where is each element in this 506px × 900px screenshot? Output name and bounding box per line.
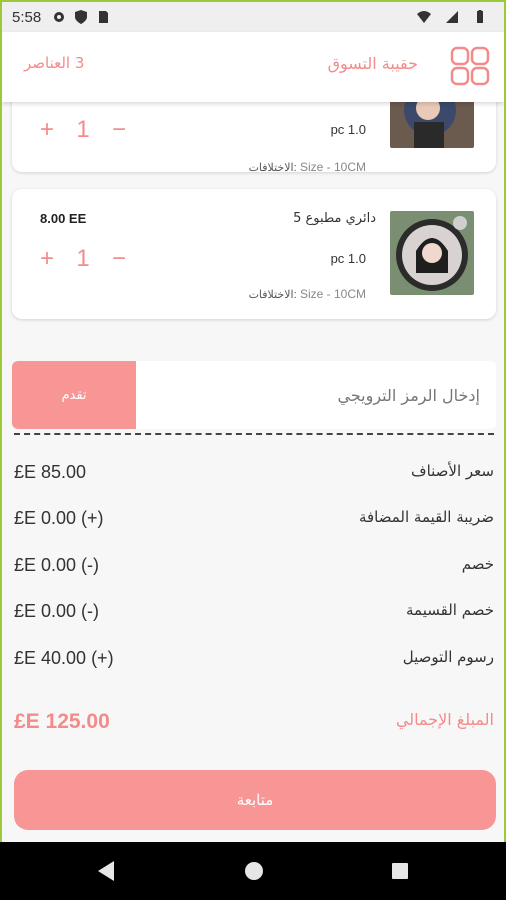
status-bar: 5:58 bbox=[2, 2, 504, 32]
summary-value: £E 85.00 bbox=[14, 462, 87, 482]
summary-row-vat: £E 0.00 (+) ضريبة القيمة المضافة bbox=[14, 508, 494, 538]
app-frame: 5:58 3 العناصر حقيبة التسوق pc 1.0 الاخت… bbox=[0, 0, 506, 842]
items-count: 3 العناصر bbox=[24, 54, 85, 72]
product-image[interactable] bbox=[390, 211, 474, 295]
summary-row-discount: £E 0.00 (-) خصم bbox=[14, 555, 494, 585]
item-variants: الاختلافات: Size - 10CM bbox=[249, 287, 366, 301]
app-bar: 3 العناصر حقيبة التسوق bbox=[2, 32, 504, 102]
continue-button[interactable]: متابعة bbox=[14, 770, 496, 830]
promo-code-input[interactable] bbox=[136, 361, 496, 429]
apply-promo-button[interactable]: تقدم bbox=[12, 361, 136, 429]
item-quantity-unit: pc 1.0 bbox=[330, 122, 366, 137]
summary-label: سعر الأصناف bbox=[411, 462, 494, 480]
summary-value: £E 0.00 (-) bbox=[14, 555, 100, 575]
summary-value: £E 0.00 (-) bbox=[14, 601, 100, 621]
settings-icon bbox=[54, 12, 65, 22]
total-label: المبلغ الإجمالي bbox=[395, 710, 494, 729]
shield-icon bbox=[75, 10, 88, 24]
variants-value: Size - 10CM bbox=[299, 160, 366, 174]
summary-row-coupon-discount: £E 0.00 (-) خصم القسيمة bbox=[14, 601, 494, 631]
product-name: دائري مطبوع 5 bbox=[293, 211, 376, 226]
home-icon[interactable] bbox=[244, 860, 264, 882]
decrease-button[interactable]: − bbox=[112, 245, 126, 273]
summary-row-subtotal: £E 85.00 سعر الأصناف bbox=[14, 462, 494, 492]
summary-row-delivery: £E 40.00 (+) رسوم التوصيل bbox=[14, 648, 494, 678]
grid-menu-icon[interactable] bbox=[450, 46, 490, 86]
variants-label: الاختلافات: bbox=[248, 289, 297, 301]
promo-code-box: تقدم bbox=[12, 361, 496, 429]
summary-row-total: £E 125.00 المبلغ الإجمالي bbox=[14, 710, 494, 740]
increase-button[interactable]: + bbox=[40, 116, 54, 144]
product-price: 8.00 EE bbox=[40, 211, 87, 226]
summary-label: رسوم التوصيل bbox=[402, 648, 494, 666]
cart-item-card: دائري مطبوع 5 8.00 EE pc 1.0 الاختلافات:… bbox=[12, 189, 496, 319]
summary-value: £E 0.00 (+) bbox=[14, 508, 104, 528]
wifi-icon bbox=[417, 11, 431, 23]
cart-content: pc 1.0 الاختلافات: Size - 10CM + 1 − دائ… bbox=[2, 62, 504, 842]
page-title: حقيبة التسوق bbox=[327, 54, 418, 73]
summary-divider bbox=[14, 433, 494, 435]
quantity-value: 1 bbox=[76, 245, 90, 272]
system-nav-bar bbox=[0, 842, 506, 900]
sd-card-icon bbox=[99, 11, 109, 23]
item-quantity-unit: pc 1.0 bbox=[330, 251, 366, 266]
increase-button[interactable]: + bbox=[40, 245, 54, 273]
decrease-button[interactable]: − bbox=[112, 116, 126, 144]
summary-label: ضريبة القيمة المضافة bbox=[358, 508, 494, 526]
summary-label: خصم القسيمة bbox=[406, 601, 494, 619]
status-time: 5:58 bbox=[12, 8, 42, 26]
quantity-value: 1 bbox=[76, 116, 90, 143]
quantity-stepper: + 1 − bbox=[40, 116, 126, 144]
variants-value: Size - 10CM bbox=[299, 287, 366, 301]
summary-label: خصم bbox=[461, 555, 494, 573]
quantity-stepper: + 1 − bbox=[40, 245, 126, 273]
battery-icon bbox=[477, 10, 483, 23]
summary-value: £E 40.00 (+) bbox=[14, 648, 114, 668]
item-variants: الاختلافات: Size - 10CM bbox=[249, 160, 366, 174]
back-icon[interactable] bbox=[96, 860, 116, 882]
signal-icon bbox=[446, 11, 458, 23]
recents-icon[interactable] bbox=[390, 860, 410, 882]
total-value: £E 125.00 bbox=[14, 710, 110, 733]
variants-label: الاختلافات: bbox=[248, 162, 297, 174]
